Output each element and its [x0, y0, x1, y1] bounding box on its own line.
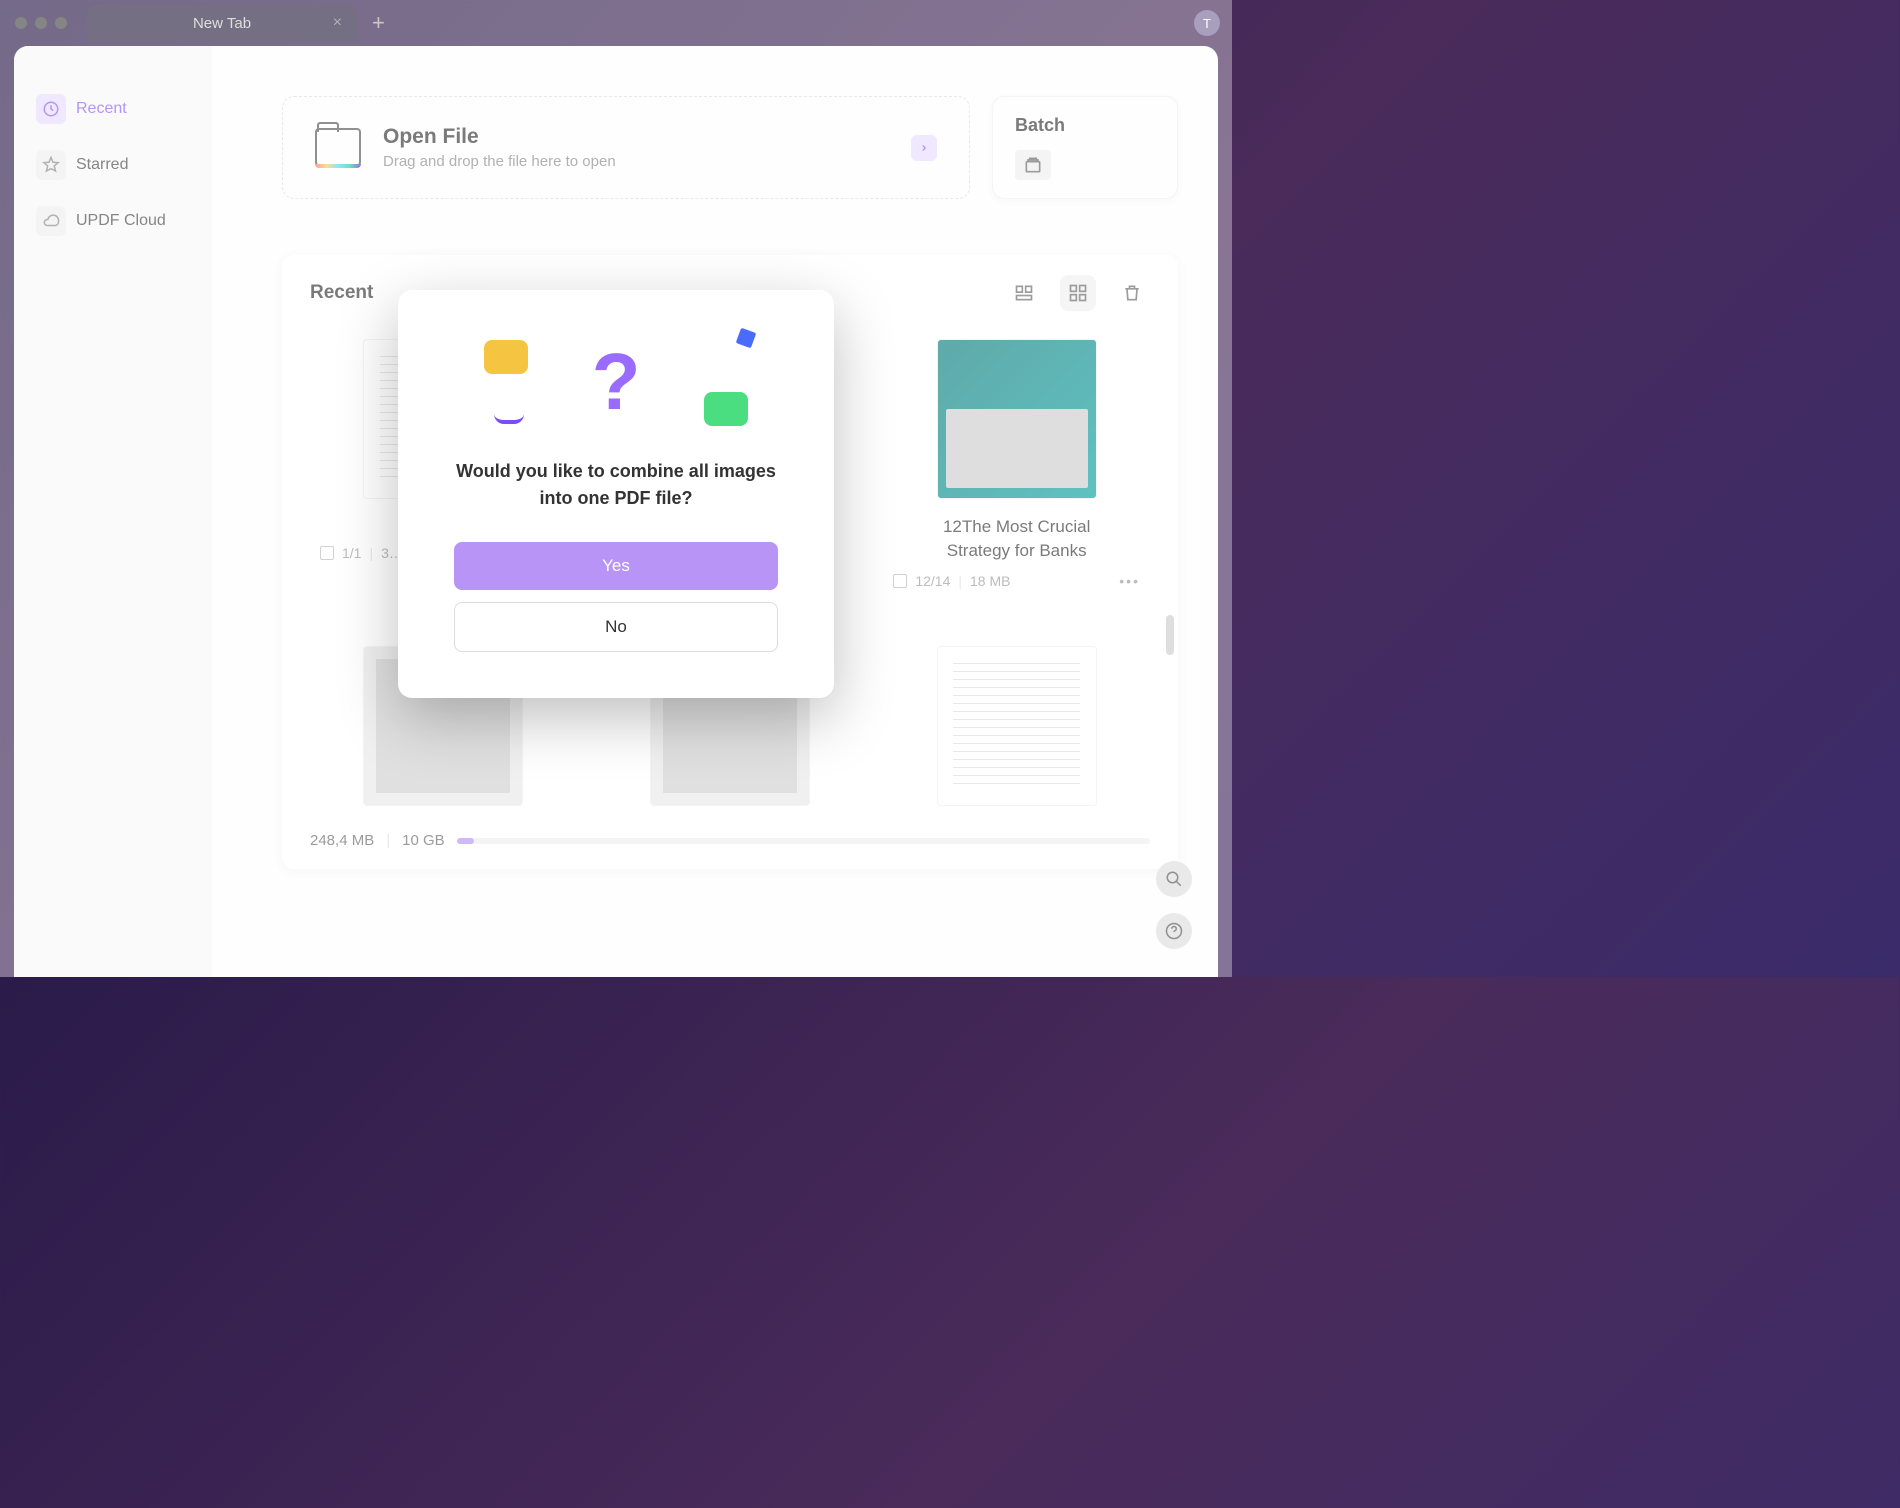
modal-illustration: ? [454, 330, 778, 434]
yes-button[interactable]: Yes [454, 542, 778, 590]
squiggle-icon [494, 412, 524, 424]
modal-overlay: ? Would you like to combine all images i… [0, 0, 1232, 977]
question-mark-icon: ? [592, 336, 641, 428]
speech-bubble-icon [484, 340, 528, 374]
cube-icon [736, 328, 757, 349]
no-button[interactable]: No [454, 602, 778, 652]
combine-modal: ? Would you like to combine all images i… [398, 290, 834, 698]
modal-message: Would you like to combine all images int… [454, 458, 778, 512]
speech-bubble-icon [704, 392, 748, 426]
